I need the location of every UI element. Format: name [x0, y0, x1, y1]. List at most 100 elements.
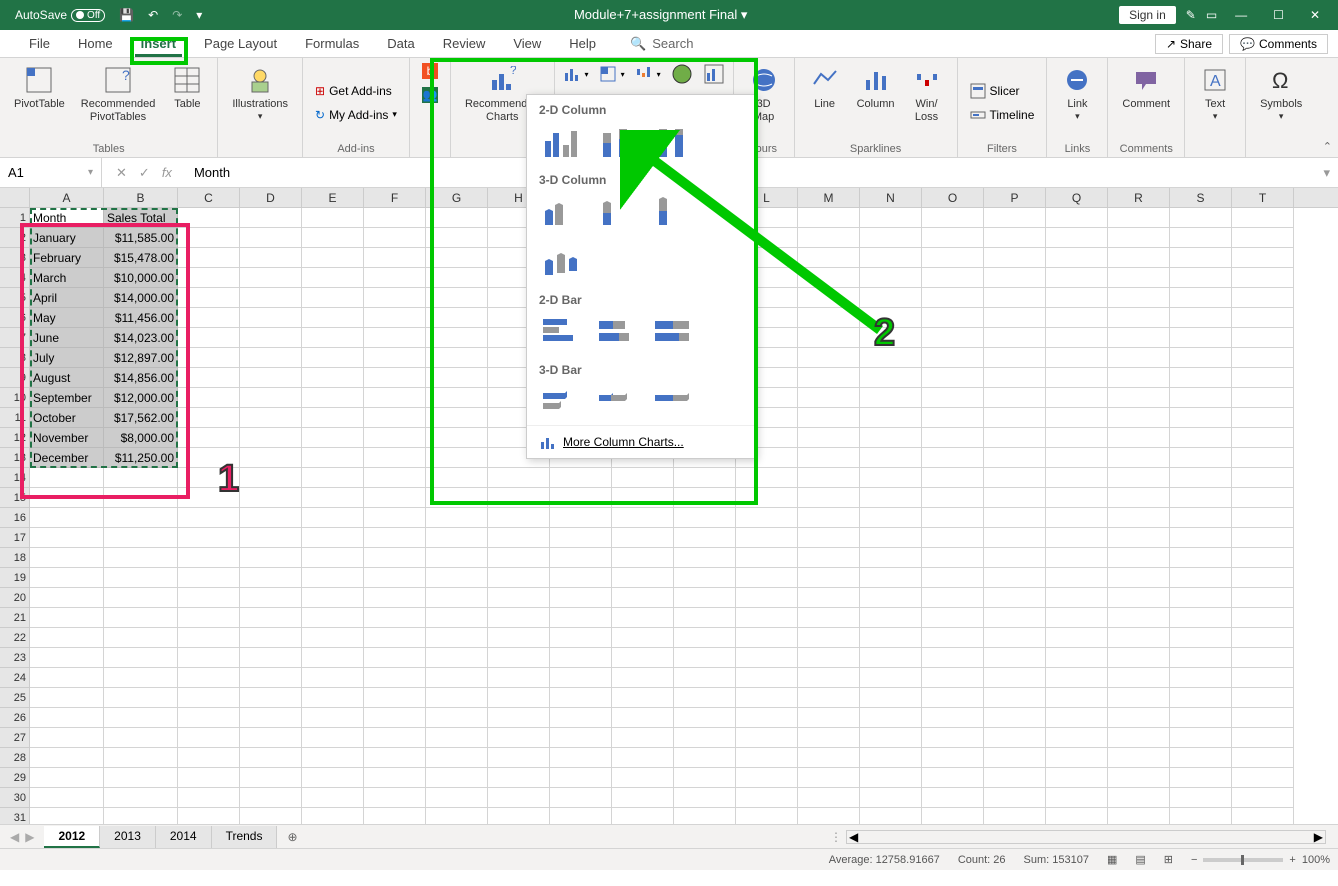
cell-E6[interactable]	[302, 308, 364, 328]
cell-H14[interactable]	[488, 468, 550, 488]
cell-O9[interactable]	[922, 368, 984, 388]
cell-N10[interactable]	[860, 388, 922, 408]
cell-H17[interactable]	[488, 528, 550, 548]
cell-I31[interactable]	[550, 808, 612, 824]
cell-O25[interactable]	[922, 688, 984, 708]
row-header-10[interactable]: 10	[0, 388, 30, 408]
cell-G17[interactable]	[426, 528, 488, 548]
cell-D26[interactable]	[240, 708, 302, 728]
cell-S9[interactable]	[1170, 368, 1232, 388]
cell-A11[interactable]: October	[30, 408, 104, 428]
cell-J19[interactable]	[612, 568, 674, 588]
cell-N29[interactable]	[860, 768, 922, 788]
cell-S31[interactable]	[1170, 808, 1232, 824]
cell-A3[interactable]: February	[30, 248, 104, 268]
cell-D18[interactable]	[240, 548, 302, 568]
cell-C8[interactable]	[178, 348, 240, 368]
cell-O2[interactable]	[922, 228, 984, 248]
cell-F17[interactable]	[364, 528, 426, 548]
cell-M27[interactable]	[798, 728, 860, 748]
cell-B6[interactable]: $11,456.00	[104, 308, 178, 328]
col-header-O[interactable]: O	[922, 188, 984, 207]
cell-O7[interactable]	[922, 328, 984, 348]
cell-K23[interactable]	[674, 648, 736, 668]
cell-O26[interactable]	[922, 708, 984, 728]
cell-J21[interactable]	[612, 608, 674, 628]
cell-C26[interactable]	[178, 708, 240, 728]
cell-O8[interactable]	[922, 348, 984, 368]
cell-R27[interactable]	[1108, 728, 1170, 748]
cell-P8[interactable]	[984, 348, 1046, 368]
cell-G2[interactable]	[426, 228, 488, 248]
stacked-column-3d[interactable]	[595, 193, 639, 231]
cell-Q19[interactable]	[1046, 568, 1108, 588]
cell-P24[interactable]	[984, 668, 1046, 688]
cell-Q25[interactable]	[1046, 688, 1108, 708]
cell-B21[interactable]	[104, 608, 178, 628]
row-header-28[interactable]: 28	[0, 748, 30, 768]
cell-J30[interactable]	[612, 788, 674, 808]
minimize-icon[interactable]: —	[1227, 8, 1255, 22]
cell-T18[interactable]	[1232, 548, 1294, 568]
cell-E11[interactable]	[302, 408, 364, 428]
pivottable-button[interactable]: PivotTable	[8, 62, 71, 113]
cell-T2[interactable]	[1232, 228, 1294, 248]
row-header-1[interactable]: 1	[0, 208, 30, 228]
cell-D11[interactable]	[240, 408, 302, 428]
cell-T22[interactable]	[1232, 628, 1294, 648]
cell-R25[interactable]	[1108, 688, 1170, 708]
row-header-6[interactable]: 6	[0, 308, 30, 328]
cell-C30[interactable]	[178, 788, 240, 808]
row-header-16[interactable]: 16	[0, 508, 30, 528]
cell-G18[interactable]	[426, 548, 488, 568]
row-header-19[interactable]: 19	[0, 568, 30, 588]
cell-F11[interactable]	[364, 408, 426, 428]
cell-P6[interactable]	[984, 308, 1046, 328]
cell-C17[interactable]	[178, 528, 240, 548]
cell-M13[interactable]	[798, 448, 860, 468]
cell-K19[interactable]	[674, 568, 736, 588]
cell-S5[interactable]	[1170, 288, 1232, 308]
cell-F1[interactable]	[364, 208, 426, 228]
view-page-break-icon[interactable]: ⊞	[1164, 853, 1173, 866]
clustered-column-2d[interactable]	[539, 123, 583, 161]
cell-G19[interactable]	[426, 568, 488, 588]
cell-C24[interactable]	[178, 668, 240, 688]
cell-T7[interactable]	[1232, 328, 1294, 348]
cell-C21[interactable]	[178, 608, 240, 628]
row-header-25[interactable]: 25	[0, 688, 30, 708]
cell-D17[interactable]	[240, 528, 302, 548]
cell-Q10[interactable]	[1046, 388, 1108, 408]
cell-A21[interactable]	[30, 608, 104, 628]
cell-D8[interactable]	[240, 348, 302, 368]
cell-C16[interactable]	[178, 508, 240, 528]
cell-R1[interactable]	[1108, 208, 1170, 228]
cell-G28[interactable]	[426, 748, 488, 768]
col-header-T[interactable]: T	[1232, 188, 1294, 207]
cell-B27[interactable]	[104, 728, 178, 748]
cell-E22[interactable]	[302, 628, 364, 648]
cell-J20[interactable]	[612, 588, 674, 608]
tab-formulas[interactable]: Formulas	[291, 30, 373, 58]
cell-H23[interactable]	[488, 648, 550, 668]
cell-G24[interactable]	[426, 668, 488, 688]
cell-N2[interactable]	[860, 228, 922, 248]
cell-A20[interactable]	[30, 588, 104, 608]
cell-T24[interactable]	[1232, 668, 1294, 688]
cell-K31[interactable]	[674, 808, 736, 824]
cell-K27[interactable]	[674, 728, 736, 748]
cell-F23[interactable]	[364, 648, 426, 668]
cell-P18[interactable]	[984, 548, 1046, 568]
cell-M7[interactable]	[798, 328, 860, 348]
row-header-20[interactable]: 20	[0, 588, 30, 608]
cell-G29[interactable]	[426, 768, 488, 788]
cell-B12[interactable]: $8,000.00	[104, 428, 178, 448]
cell-B25[interactable]	[104, 688, 178, 708]
cell-H27[interactable]	[488, 728, 550, 748]
cell-T19[interactable]	[1232, 568, 1294, 588]
cell-H21[interactable]	[488, 608, 550, 628]
cell-L21[interactable]	[736, 608, 798, 628]
cell-F22[interactable]	[364, 628, 426, 648]
cell-S29[interactable]	[1170, 768, 1232, 788]
col-header-P[interactable]: P	[984, 188, 1046, 207]
